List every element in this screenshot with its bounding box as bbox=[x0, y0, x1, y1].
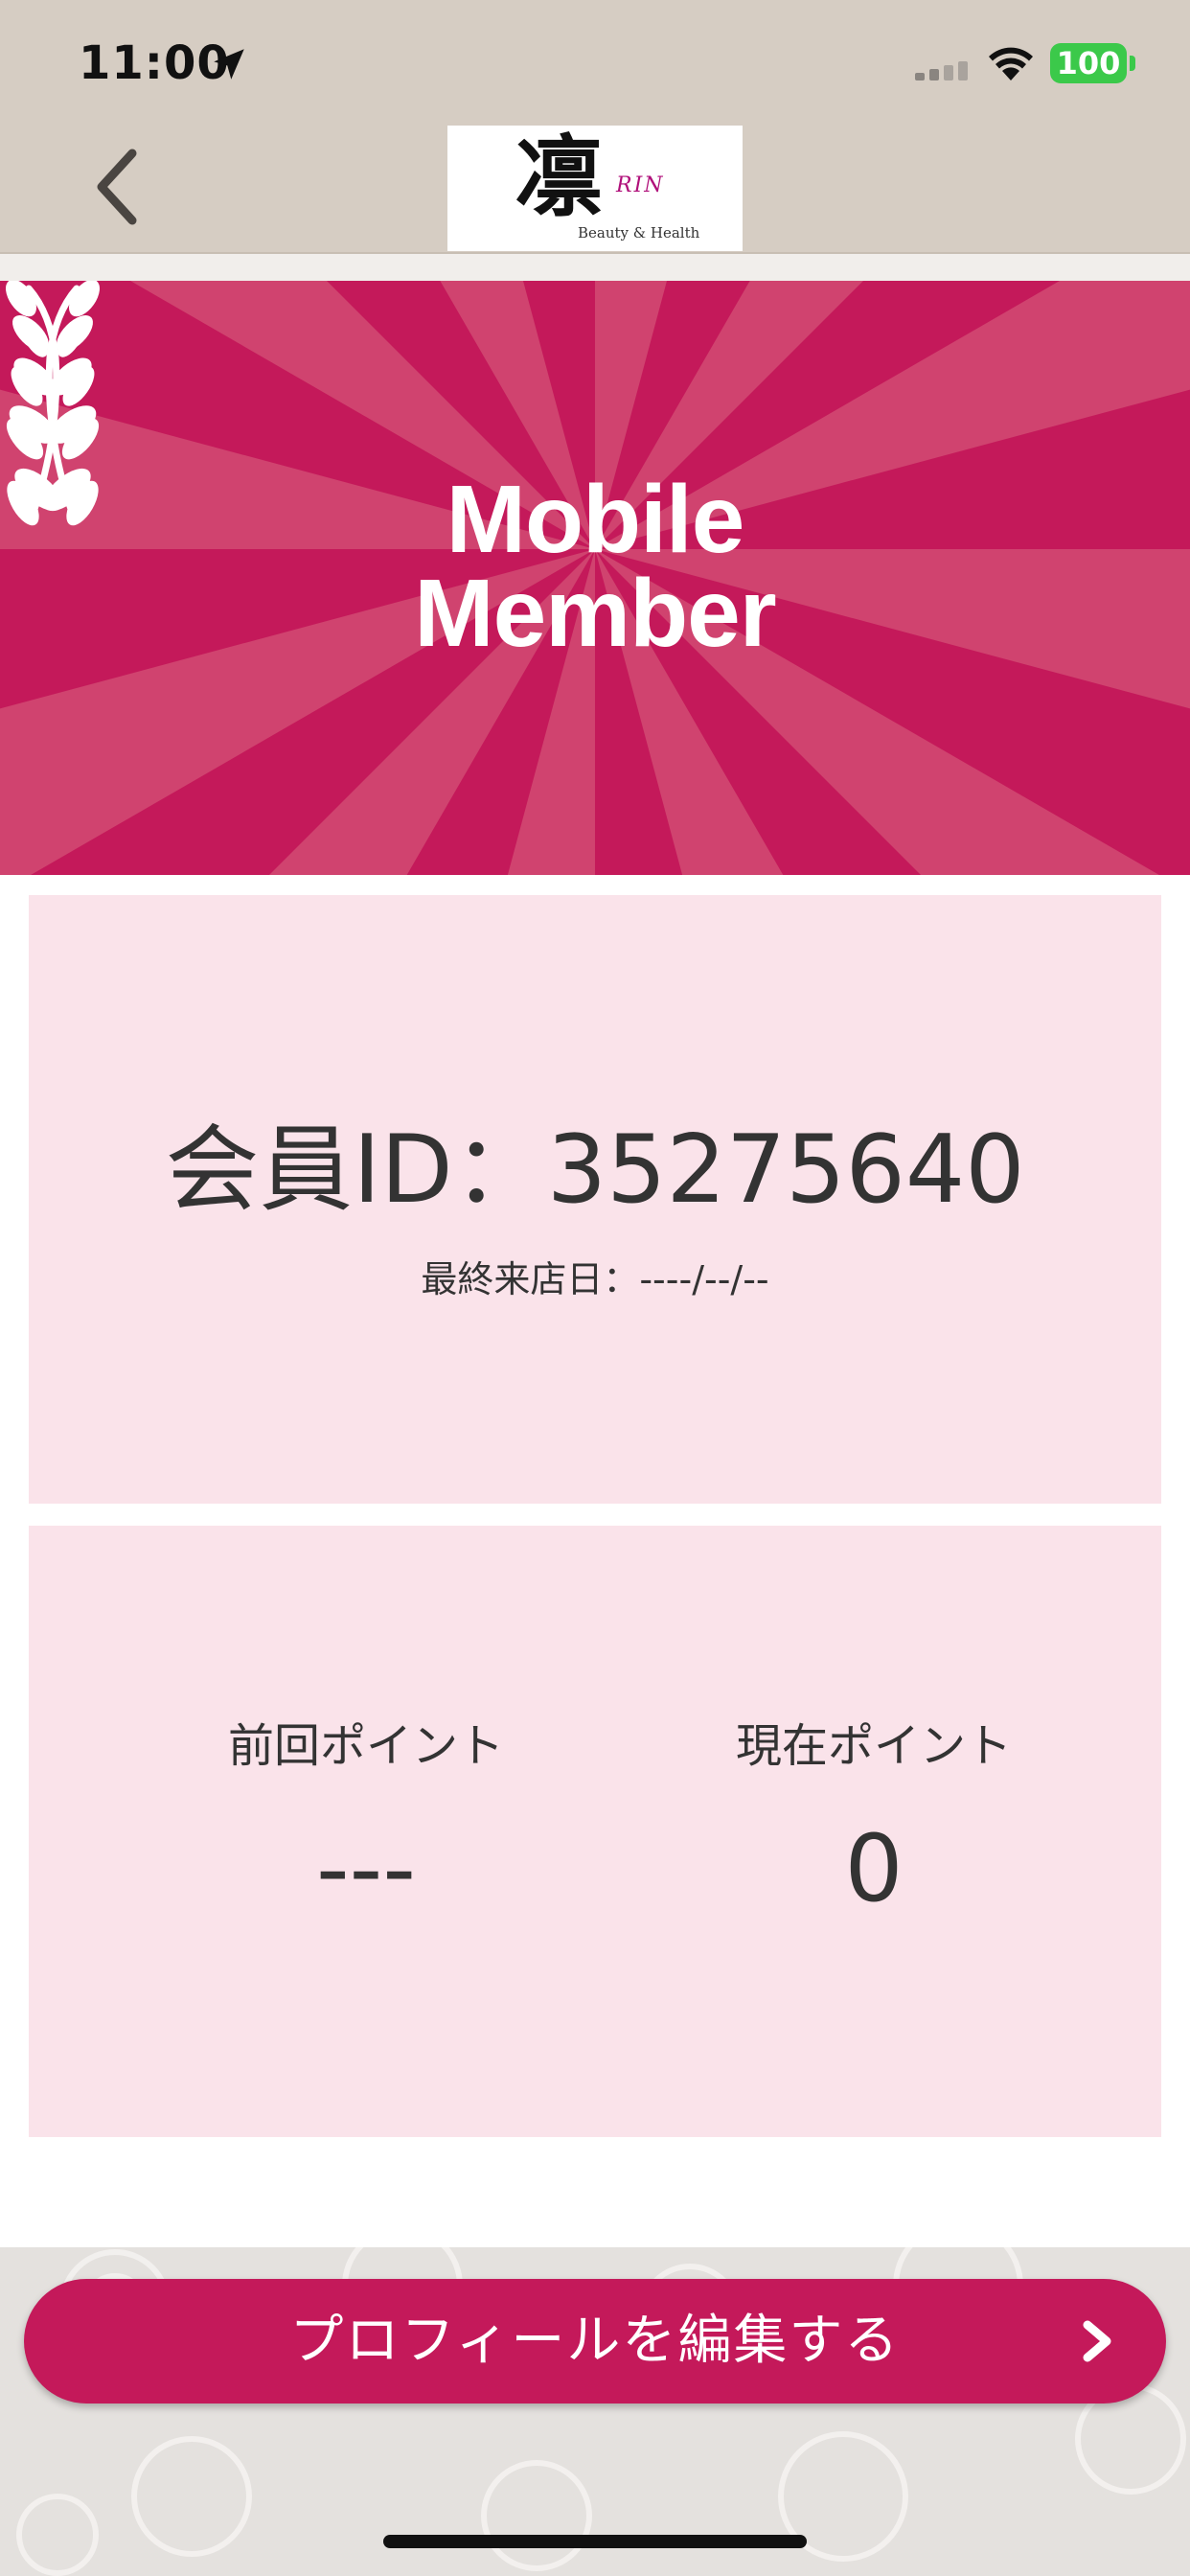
battery-tip bbox=[1130, 56, 1135, 71]
banner-title: Mobile Member bbox=[414, 466, 776, 667]
chevron-right-icon bbox=[1083, 2320, 1111, 2362]
top-bar: 11:00 100 凛 RIN Beauty & Health bbox=[0, 0, 1190, 254]
previous-points-label: 前回ポイント bbox=[227, 1719, 504, 1773]
current-points-label: 現在ポイント bbox=[735, 1719, 1012, 1773]
divider-strip bbox=[0, 254, 1190, 281]
wifi-icon bbox=[989, 47, 1033, 80]
cellular-signal-icon bbox=[915, 61, 968, 80]
previous-points-value: --- bbox=[316, 1815, 416, 1922]
member-id: 会員ID：35275640 bbox=[165, 1116, 1025, 1225]
logo-brand: RIN bbox=[616, 173, 665, 197]
edit-profile-button[interactable]: プロフィールを編集する bbox=[24, 2279, 1166, 2404]
home-indicator bbox=[383, 2535, 807, 2548]
current-points-value: 0 bbox=[844, 1815, 904, 1922]
location-arrow-icon bbox=[214, 49, 244, 80]
logo-kanji: 凛 bbox=[515, 126, 604, 229]
member-id-card: 会員ID：35275640 最終来店日：----/--/-- bbox=[29, 895, 1161, 1504]
mobile-member-banner: Mobile Member bbox=[0, 281, 1190, 875]
back-button[interactable] bbox=[86, 144, 153, 230]
last-visit-date: 最終来店日：----/--/-- bbox=[421, 1258, 769, 1300]
previous-points: 前回ポイント --- bbox=[126, 1717, 606, 1917]
current-points: 現在ポイント 0 bbox=[634, 1717, 1113, 1917]
status-time: 11:00 bbox=[79, 36, 230, 90]
brand-logo: 凛 RIN Beauty & Health bbox=[447, 126, 743, 251]
points-card: 前回ポイント --- 現在ポイント 0 bbox=[29, 1526, 1161, 2137]
logo-tagline: Beauty & Health bbox=[578, 224, 700, 242]
edit-profile-label: プロフィールを編集する bbox=[289, 2310, 901, 2372]
battery-indicator: 100 bbox=[1050, 43, 1127, 83]
